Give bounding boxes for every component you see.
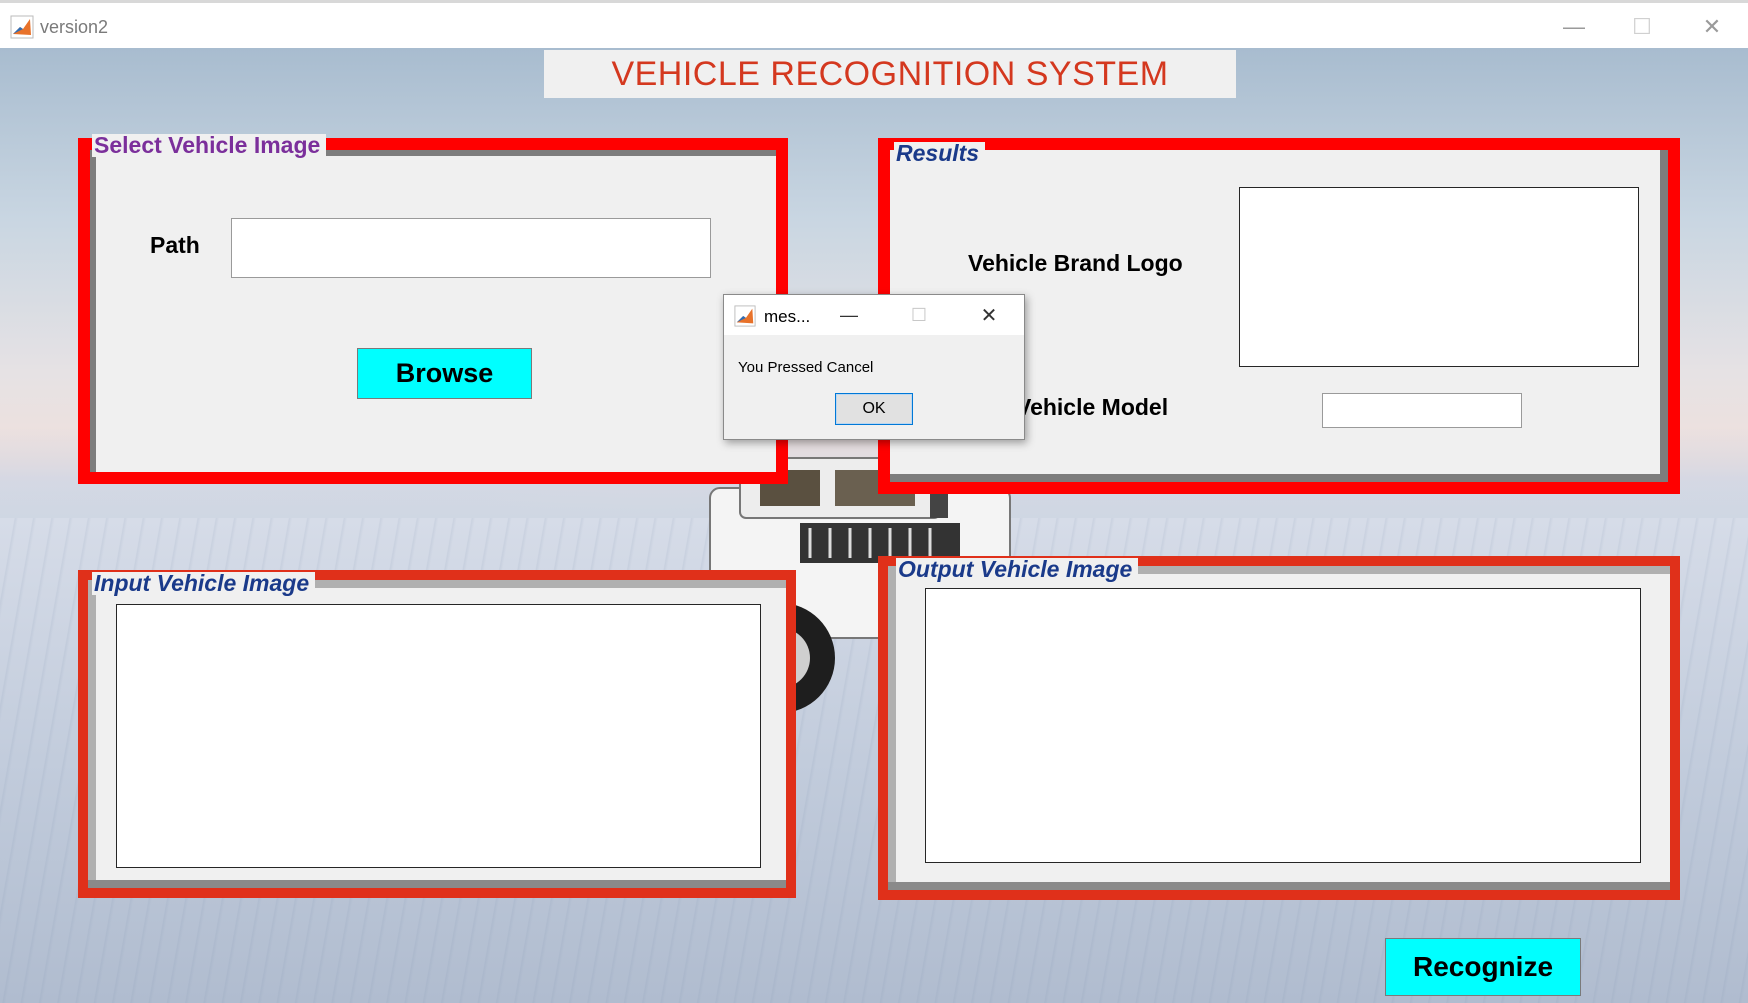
path-input[interactable] [231,218,711,278]
path-label: Path [150,232,200,258]
matlab-icon [10,15,34,39]
recognize-button[interactable]: Recognize [1385,938,1581,996]
panel-title: Select Vehicle Image [92,134,327,157]
output-image-axes [925,588,1641,863]
window-title: version2 [40,17,109,37]
output-vehicle-image-panel: Output Vehicle Image [878,556,1680,900]
window-maximize-button[interactable]: ☐ [1612,9,1672,45]
dialog-titlebar: mes... — ☐ ✕ [724,295,1024,335]
vehicle-brand-logo-label: Vehicle Brand Logo [968,250,1183,276]
matlab-icon [734,305,756,327]
vehicle-model-field[interactable] [1322,393,1522,428]
message-dialog: mes... — ☐ ✕ You Pressed Cancel OK [723,294,1025,440]
browse-button[interactable]: Browse [357,348,532,399]
select-vehicle-image-panel: Select Vehicle Image Path Browse [78,134,788,484]
panel-border [78,138,788,484]
dialog-message: You Pressed Cancel [738,359,874,376]
window-minimize-button[interactable]: — [1544,9,1604,45]
brand-logo-axes [1239,187,1639,367]
window-titlebar: version2 — ☐ ✕ [0,0,1748,48]
dialog-close-button[interactable]: ✕ [969,299,1009,331]
panel-title: Input Vehicle Image [92,572,316,595]
input-image-axes [116,604,761,868]
ok-button[interactable]: OK [835,393,913,425]
app-title: VEHICLE RECOGNITION SYSTEM [611,54,1169,93]
app-title-banner: VEHICLE RECOGNITION SYSTEM [544,50,1236,98]
panel-title: Output Vehicle Image [896,558,1139,581]
dialog-maximize-button[interactable]: ☐ [899,299,939,331]
window-close-button[interactable]: ✕ [1682,9,1742,45]
vehicle-model-label: Vehicle Model [1016,394,1169,420]
input-vehicle-image-panel: Input Vehicle Image [78,570,796,898]
dialog-minimize-button[interactable]: — [829,299,869,331]
panel-title: Results [894,142,986,165]
dialog-title: mes... [764,307,811,326]
